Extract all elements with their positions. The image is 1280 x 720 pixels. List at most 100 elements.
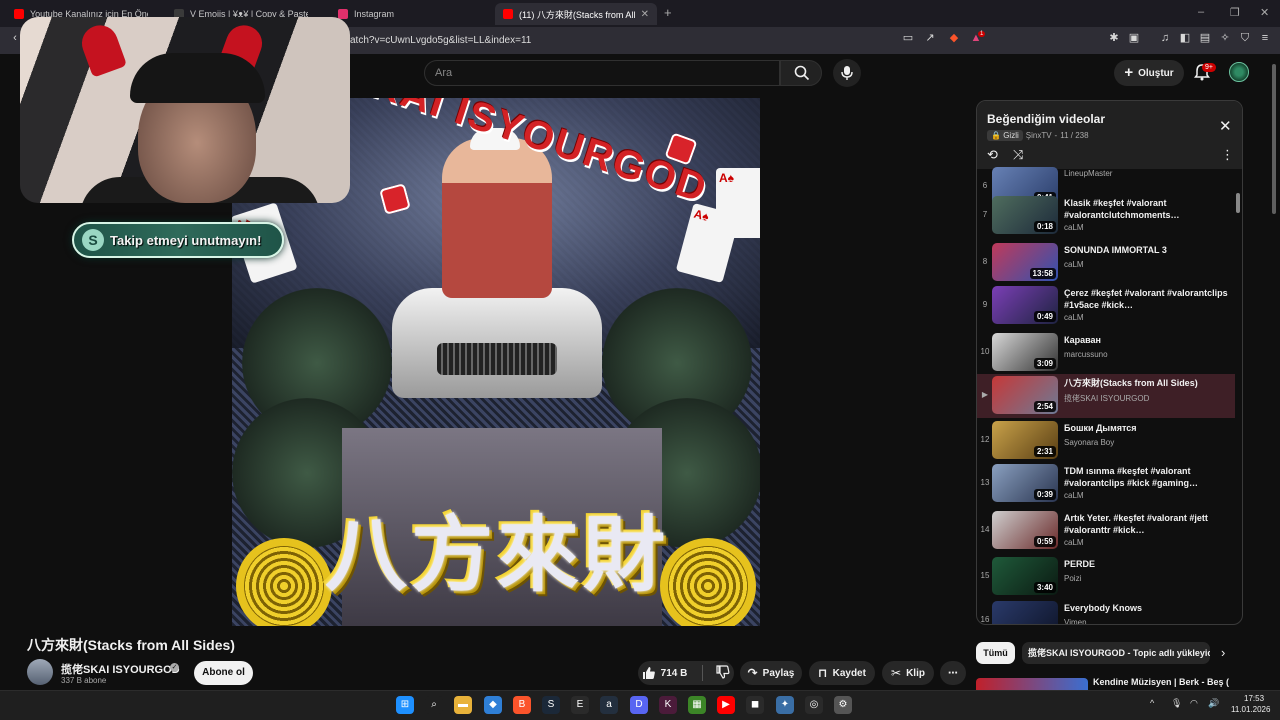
sidebar-icon[interactable]: ◧ <box>1178 31 1192 45</box>
playlist-item-thumbnail[interactable]: 0:59 <box>992 511 1058 549</box>
playlist-item[interactable]: 7 0:18 Klasik #keşfet #valorant #valorantc… <box>977 194 1235 238</box>
playlist-item-title[interactable]: Artık Yeter. #keşfet #valorant #jett #va… <box>1064 512 1232 536</box>
taskbar-app-icon[interactable]: ⌕ <box>425 696 443 714</box>
playlist-item-channel[interactable]: Vimen <box>1064 618 1087 624</box>
clock-date[interactable]: 11.01.2026 <box>1231 705 1270 714</box>
subscribe-button[interactable]: Abone ol <box>194 661 253 685</box>
close-icon[interactable]: ✕ <box>1219 117 1232 135</box>
playlist-item-thumbnail[interactable]: 13:58 <box>992 243 1058 281</box>
taskbar-app-icon[interactable]: a <box>600 696 618 714</box>
related-video-title[interactable]: Kendine Müzisyen | Berk - Beş ( <box>1093 677 1229 687</box>
taskbar-app-icon[interactable]: ▦ <box>688 696 706 714</box>
playlist-item-title[interactable]: Бошки Дымятся <box>1064 422 1232 434</box>
playlist-item-thumbnail[interactable]: 2:54 <box>992 376 1058 414</box>
playlist-item[interactable]: 16 Everybody Knows Vimen <box>977 599 1235 624</box>
browser-tab[interactable]: (11) 八方來財(Stacks from All ✕ <box>495 3 657 25</box>
playlist-item[interactable]: 8 13:58 SONUNDA IMMORTAL 3 caLM <box>977 241 1235 285</box>
voice-search-button[interactable] <box>833 59 861 87</box>
create-button[interactable]: + Oluştur <box>1114 60 1184 86</box>
taskbar-app-icon[interactable]: ✦ <box>776 696 794 714</box>
like-button[interactable]: 714 B <box>642 666 687 680</box>
playlist-item-thumbnail[interactable]: 2:31 <box>992 421 1058 459</box>
taskbar-app-icon[interactable]: E <box>571 696 589 714</box>
close-window-button[interactable]: ✕ <box>1260 6 1269 19</box>
wifi-icon[interactable]: ◠ <box>1190 698 1198 709</box>
related-video-thumbnail[interactable] <box>976 678 1088 690</box>
search-button[interactable] <box>780 60 822 86</box>
taskbar-app-icon[interactable]: ◎ <box>805 696 823 714</box>
cast-icon[interactable]: ▭ <box>901 31 915 45</box>
playlist-item-thumbnail[interactable]: 0:49 <box>992 286 1058 324</box>
brave-shield-icon[interactable]: ◆ <box>947 31 961 45</box>
taskbar-app-icon[interactable]: ▶ <box>717 696 735 714</box>
clock-time[interactable]: 17:53 <box>1244 694 1264 703</box>
minimize-button[interactable]: – <box>1198 6 1204 18</box>
playlist-item[interactable]: 10 3:09 Караван marcussuno <box>977 331 1235 375</box>
playlist-item-channel[interactable]: Sayonara Boy <box>1064 438 1114 447</box>
taskbar-app-icon[interactable]: S <box>542 696 560 714</box>
playlist-item-thumbnail[interactable] <box>992 601 1058 624</box>
playlist-item-title[interactable]: TDM ısınma #keşfet #valorant #valorantcl… <box>1064 465 1232 489</box>
account-avatar[interactable] <box>1229 62 1249 82</box>
playlist-item-channel[interactable]: 揽佬SKAI ISYOURGOD <box>1064 393 1149 404</box>
channel-avatar[interactable] <box>27 659 53 685</box>
more-actions-button[interactable]: ⋯ <box>940 661 966 685</box>
taskbar-app-icon[interactable]: ◆ <box>484 696 502 714</box>
address-bar[interactable]: /watch?v=cUwnLvgdo5g&list=LL&index=11 <box>340 32 920 49</box>
taskbar-app-icon[interactable]: B <box>513 696 531 714</box>
search-input[interactable]: Ara <box>424 60 780 86</box>
menu-icon[interactable]: ≡ <box>1258 31 1272 45</box>
playlist-title[interactable]: Beğendiğim videolar <box>987 112 1105 126</box>
chevron-right-icon[interactable]: › <box>1221 645 1225 660</box>
playlist-item-thumbnail[interactable]: 0:18 <box>992 196 1058 234</box>
share-page-icon[interactable]: ↗ <box>923 31 937 45</box>
maximize-button[interactable]: ❐ <box>1230 6 1240 19</box>
music-icon[interactable]: ♫ <box>1158 31 1172 45</box>
playlist-item-thumbnail[interactable]: 3:40 <box>992 557 1058 595</box>
playlist-item-title[interactable]: SONUNDA IMMORTAL 3 <box>1064 244 1232 256</box>
extensions-icon[interactable]: ✱ <box>1107 31 1121 45</box>
playlist-item-current[interactable]: ▶ 2:54 八方來財(Stacks from All Sides) 揽佬SKAI I… <box>977 374 1235 418</box>
playlist-item[interactable]: 13 0:39 TDM ısınma #keşfet #valorant #valo… <box>977 462 1235 506</box>
playlist-item-title[interactable]: PERDE <box>1064 558 1232 570</box>
vpn-icon[interactable]: ✧ <box>1218 31 1232 45</box>
playlist-item-title[interactable]: Klasik #keşfet #valorant #valorantclutch… <box>1064 197 1232 221</box>
playlist-item[interactable]: 12 2:31 Бошки Дымятся Sayonara Boy <box>977 419 1235 463</box>
chip-topic-uploader[interactable]: 揽佬SKAI ISYOURGOD - Topic adlı yükleyici <box>1022 642 1210 664</box>
taskbar-app-icon[interactable]: ⊞ <box>396 696 414 714</box>
new-tab-button[interactable]: + <box>664 5 672 20</box>
playlist-item-thumbnail[interactable]: 0:39 <box>992 464 1058 502</box>
playlist-item-channel[interactable]: caLM <box>1064 538 1084 547</box>
playlist-item-channel[interactable]: caLM <box>1064 260 1084 269</box>
taskbar-app-icon[interactable]: ◼ <box>746 696 764 714</box>
shuffle-icon[interactable]: ⤨ <box>1013 147 1023 163</box>
playlist-item-channel[interactable]: caLM <box>1064 313 1084 322</box>
playlist-item-channel[interactable]: caLM <box>1064 223 1084 232</box>
playlist-item-channel[interactable]: marcussuno <box>1064 350 1108 359</box>
share-button[interactable]: ↷ Paylaş <box>740 661 802 685</box>
taskbar-app-icon[interactable]: D <box>630 696 648 714</box>
playlist-more-icon[interactable]: ⋮ <box>1221 147 1234 163</box>
playlist-item[interactable]: 15 3:40 PERDE Poizi <box>977 555 1235 599</box>
playlist-item-title[interactable]: 八方來財(Stacks from All Sides) <box>1064 377 1232 389</box>
taskbar-app-icon[interactable]: K <box>659 696 677 714</box>
clip-button[interactable]: ✂ Klip <box>882 661 934 685</box>
playlist-item-channel[interactable]: caLM <box>1064 491 1084 500</box>
tray-microphone-icon[interactable]: 🎙 <box>1171 698 1182 709</box>
playlist-scrollbar[interactable] <box>1236 193 1240 213</box>
playlist-item[interactable]: 9 0:49 Çerez #keşfet #valorant #valorantcl… <box>977 284 1235 328</box>
playlist-item-title[interactable]: Караван <box>1064 334 1232 346</box>
playlist-item-channel[interactable]: Poizi <box>1064 574 1081 583</box>
taskbar-app-icon[interactable]: ⚙ <box>834 696 852 714</box>
taskbar-app-icon[interactable]: ▬ <box>454 696 472 714</box>
screenshot-icon[interactable]: ▣ <box>1127 31 1141 45</box>
page-scrollbar[interactable] <box>1272 64 1276 214</box>
channel-name[interactable]: 揽佬SKAI ISYOURGOD <box>61 661 180 677</box>
tray-chevron-icon[interactable]: ^ <box>1150 698 1154 708</box>
dislike-button[interactable] <box>716 664 730 682</box>
wallet-icon[interactable]: ▤ <box>1198 31 1212 45</box>
playlist-item-title[interactable]: Çerez #keşfet #valorant #valorantclips #… <box>1064 287 1232 311</box>
playlist-item-thumbnail[interactable]: 3:09 <box>992 333 1058 371</box>
playlist-owner[interactable]: ŞinxTV <box>1026 131 1052 140</box>
playlist-item-channel[interactable]: LineupMaster <box>1064 169 1112 178</box>
